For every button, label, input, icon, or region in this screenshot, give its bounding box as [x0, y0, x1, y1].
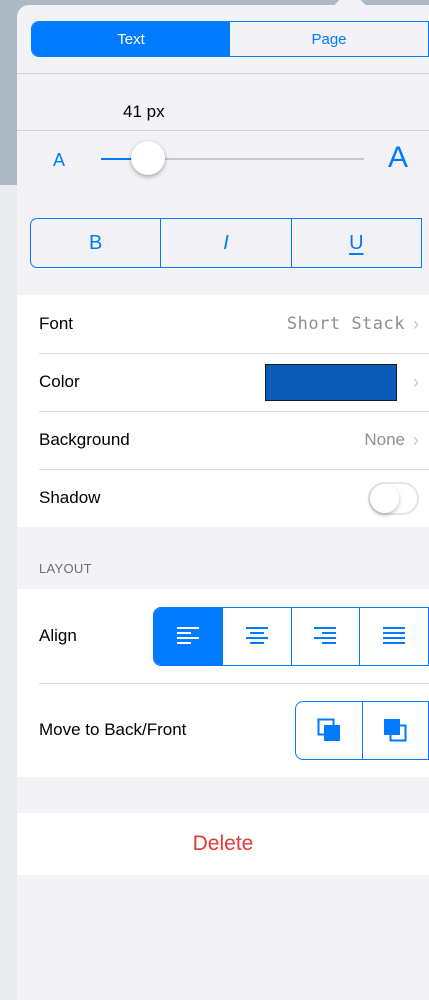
font-size-slider-thumb[interactable] [131, 141, 166, 175]
align-justify-icon [383, 627, 406, 644]
color-label: Color [39, 372, 80, 391]
text-settings-list: Font Short Stack › Color › Background No… [17, 295, 429, 527]
delete-button[interactable]: Delete [17, 813, 429, 875]
divider [17, 73, 429, 74]
background-label: Background [39, 430, 130, 449]
background-value: None [364, 430, 405, 449]
align-center-button[interactable] [221, 607, 291, 665]
text-format-popover: Text Page 41 px A A B I U Font Short Sta… [17, 5, 429, 1000]
layout-section-header: LAYOUT [39, 561, 92, 576]
align-right-icon [314, 627, 337, 644]
align-segmented-control [153, 606, 429, 666]
send-to-back-button[interactable] [296, 702, 362, 759]
layout-settings-list: Align Move to Back/Front [17, 589, 429, 777]
color-row[interactable]: Color › [17, 353, 429, 411]
align-left-button[interactable] [154, 607, 222, 665]
italic-label: I [223, 231, 229, 254]
underline-button[interactable]: U [290, 219, 421, 267]
font-row[interactable]: Font Short Stack › [17, 295, 429, 353]
color-swatch [265, 363, 397, 401]
text-style-group: B I U [30, 218, 422, 268]
shadow-row: Shadow [17, 469, 429, 527]
toggle-knob [370, 483, 399, 513]
bring-to-front-icon [384, 719, 407, 742]
font-label: Font [39, 314, 74, 333]
chevron-right-icon: › [413, 313, 419, 334]
chevron-right-icon: › [413, 371, 419, 392]
bold-button[interactable]: B [31, 219, 160, 267]
mode-segmented-control: Text Page [31, 21, 429, 57]
italic-button[interactable]: I [160, 219, 290, 267]
bold-label: B [88, 231, 103, 254]
align-right-button[interactable] [290, 607, 360, 665]
font-value: Short Stack [286, 314, 405, 334]
align-label: Align [39, 626, 77, 645]
order-label: Move to Back/Front [39, 720, 187, 739]
bring-to-front-button[interactable] [361, 701, 429, 759]
tab-page[interactable]: Page [230, 22, 428, 56]
background-row[interactable]: Background None › [17, 411, 429, 469]
align-center-icon [245, 627, 268, 644]
align-justify-button[interactable] [359, 607, 428, 665]
tab-text[interactable]: Text [32, 22, 230, 56]
divider [17, 130, 429, 131]
align-row: Align [17, 589, 429, 683]
max-size-label: A [388, 141, 409, 174]
shadow-label: Shadow [39, 488, 101, 507]
align-left-icon [176, 627, 199, 644]
shadow-toggle[interactable] [368, 481, 419, 515]
send-to-back-icon [317, 718, 340, 741]
order-segmented-control [295, 700, 429, 760]
chevron-right-icon: › [413, 429, 419, 450]
order-row: Move to Back/Front [17, 683, 429, 777]
font-size-value: 41 px [123, 102, 165, 121]
min-size-label: A [53, 150, 66, 170]
underline-label: U [349, 231, 364, 254]
